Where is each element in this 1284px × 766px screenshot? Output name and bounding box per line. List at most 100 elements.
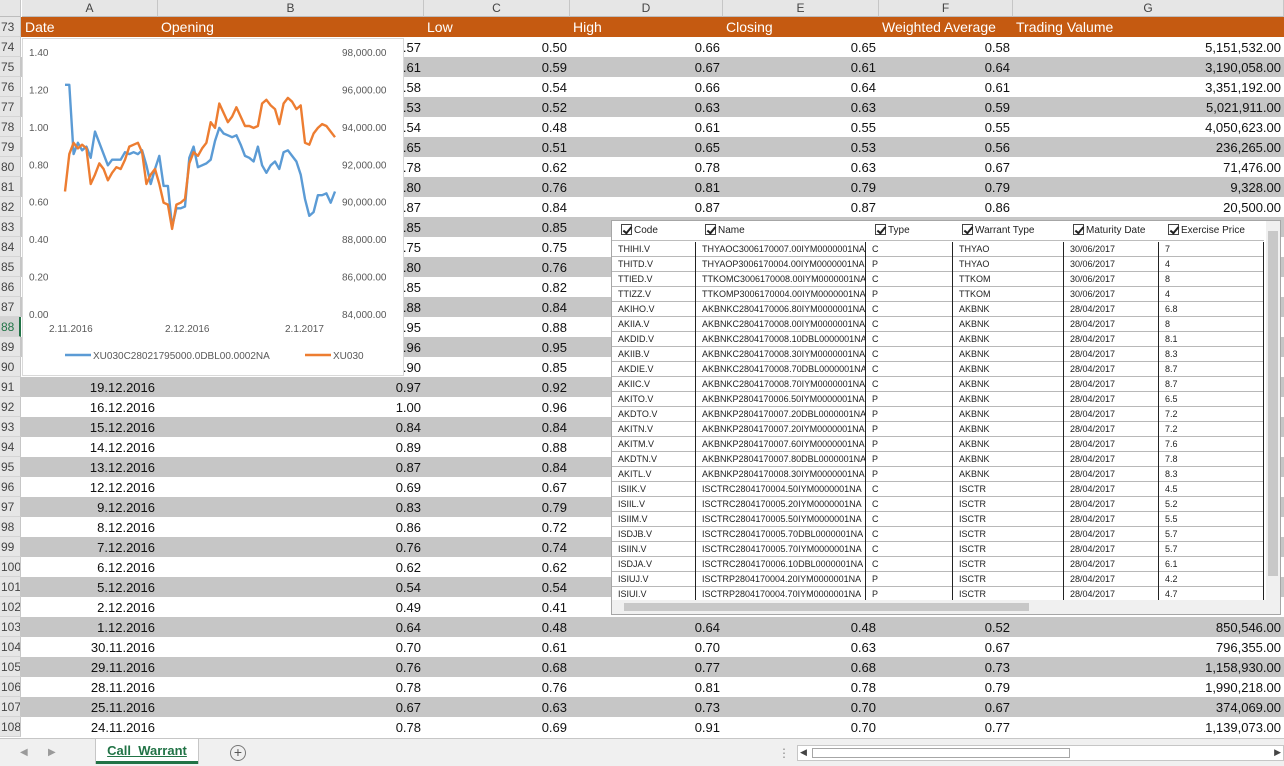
cell-a[interactable]: 9.12.2016: [22, 497, 158, 517]
table-row[interactable]: ISIUJ.V ISCTRP2804170004.20IYM0000001NA P I…: [612, 572, 1264, 587]
table-header-name[interactable]: Name: [696, 221, 866, 241]
header-cell[interactable]: Low: [424, 17, 570, 37]
cell-b[interactable]: 0.78: [158, 717, 424, 737]
cell-c[interactable]: 0.68: [424, 657, 570, 677]
cell-c[interactable]: 0.82: [424, 277, 570, 297]
cell-g[interactable]: 5,151,532.00: [1013, 37, 1284, 57]
cell-g[interactable]: 1,990,218.00: [1013, 677, 1284, 697]
table-row[interactable]: ISIIL.V ISCTRC2804170005.20IYM0000001NA C I…: [612, 497, 1264, 512]
cell-a[interactable]: 29.11.2016: [22, 657, 158, 677]
row-number[interactable]: 89: [0, 337, 21, 357]
column-header-c[interactable]: C: [424, 0, 570, 17]
cell-a[interactable]: 25.11.2016: [22, 697, 158, 717]
cell-a[interactable]: 30.11.2016: [22, 637, 158, 657]
row-number[interactable]: 87: [0, 297, 21, 317]
cell-f[interactable]: 0.67: [879, 157, 1013, 177]
column-header-g[interactable]: G: [1013, 0, 1284, 17]
cell-c[interactable]: 0.96: [424, 397, 570, 417]
cell-f[interactable]: 0.67: [879, 637, 1013, 657]
row-number[interactable]: 85: [0, 257, 21, 277]
cell-b[interactable]: 0.49: [158, 597, 424, 617]
cell-e[interactable]: 0.55: [723, 117, 879, 137]
row-number[interactable]: 91: [0, 377, 21, 397]
cell-c[interactable]: 0.76: [424, 177, 570, 197]
cell-c[interactable]: 0.76: [424, 257, 570, 277]
cell-c[interactable]: 0.48: [424, 117, 570, 137]
sheet-tab-call-warrant[interactable]: Call_Warrant: [96, 739, 198, 764]
cell-c[interactable]: 0.61: [424, 637, 570, 657]
next-sheet-icon[interactable]: ▶: [48, 747, 56, 758]
cell-e[interactable]: 0.61: [723, 57, 879, 77]
table-row[interactable]: THIHI.V THYAOC3006170007.00IYM0000001NA C T…: [612, 242, 1264, 257]
table-row[interactable]: AKDTO.V AKBNKP2804170007.20DBL0000001NA P A…: [612, 407, 1264, 422]
prev-sheet-icon[interactable]: ◀: [20, 747, 28, 758]
cell-d[interactable]: 0.87: [570, 197, 723, 217]
cell-a[interactable]: 2.12.2016: [22, 597, 158, 617]
row-number[interactable]: 79: [0, 137, 21, 157]
cell-f[interactable]: 0.79: [879, 177, 1013, 197]
cell-g[interactable]: 3,190,058.00: [1013, 57, 1284, 77]
cell-c[interactable]: 0.62: [424, 557, 570, 577]
cell-c[interactable]: 0.85: [424, 357, 570, 377]
row-number[interactable]: 100: [0, 557, 21, 577]
row-number[interactable]: 94: [0, 437, 21, 457]
scroll-left-icon[interactable]: ◀: [800, 747, 807, 758]
table-row[interactable]: ISIIN.V ISCTRC2804170005.70IYM0000001NA C I…: [612, 542, 1264, 557]
cell-f[interactable]: 0.56: [879, 137, 1013, 157]
cell-c[interactable]: 0.88: [424, 437, 570, 457]
row-number[interactable]: 77: [0, 97, 21, 117]
cell-d[interactable]: 0.81: [570, 177, 723, 197]
row-number[interactable]: 101: [0, 577, 21, 597]
header-cell[interactable]: Date: [22, 17, 158, 37]
cell-e[interactable]: 0.87: [723, 197, 879, 217]
table-row[interactable]: AKDID.V AKBNKC2804170008.10DBL0000001NA C A…: [612, 332, 1264, 347]
cell-f[interactable]: 0.61: [879, 77, 1013, 97]
table-header-maturity-date[interactable]: Maturity Date: [1064, 221, 1159, 241]
header-cell[interactable]: High: [570, 17, 723, 37]
cell-d[interactable]: 0.65: [570, 137, 723, 157]
cell-c[interactable]: 0.79: [424, 497, 570, 517]
cell-e[interactable]: 0.79: [723, 177, 879, 197]
cell-b[interactable]: 0.76: [158, 537, 424, 557]
cell-b[interactable]: 0.54: [158, 577, 424, 597]
cell-g[interactable]: 850,546.00: [1013, 617, 1284, 637]
header-cell[interactable]: Trading Valume: [1013, 17, 1284, 37]
cell-e[interactable]: 0.63: [723, 157, 879, 177]
cell-c[interactable]: 0.69: [424, 717, 570, 737]
cell-a[interactable]: 28.11.2016: [22, 677, 158, 697]
row-number[interactable]: 92: [0, 397, 21, 417]
cell-c[interactable]: 0.51: [424, 137, 570, 157]
column-checkbox[interactable]: [962, 224, 973, 235]
cell-c[interactable]: 0.84: [424, 417, 570, 437]
cell-b[interactable]: 0.69: [158, 477, 424, 497]
column-header-f[interactable]: F: [879, 0, 1013, 17]
cell-c[interactable]: 0.54: [424, 577, 570, 597]
cell-b[interactable]: 0.62: [158, 557, 424, 577]
cell-g[interactable]: 5,021,911.00: [1013, 97, 1284, 117]
cell-c[interactable]: 0.95: [424, 337, 570, 357]
row-number[interactable]: 83: [0, 217, 21, 237]
cell-d[interactable]: 0.70: [570, 637, 723, 657]
cell-e[interactable]: 0.53: [723, 137, 879, 157]
add-sheet-icon[interactable]: +: [230, 745, 246, 761]
table-row[interactable]: AKIIC.V AKBNKC2804170008.70IYM0000001NA C A…: [612, 377, 1264, 392]
row-number[interactable]: 103: [0, 617, 21, 637]
cell-c[interactable]: 0.52: [424, 97, 570, 117]
cell-a[interactable]: 14.12.2016: [22, 437, 158, 457]
cell-a[interactable]: 12.12.2016: [22, 477, 158, 497]
cell-e[interactable]: 0.48: [723, 617, 879, 637]
cell-a[interactable]: 13.12.2016: [22, 457, 158, 477]
column-header-a[interactable]: A: [22, 0, 158, 17]
cell-a[interactable]: 16.12.2016: [22, 397, 158, 417]
row-number[interactable]: 97: [0, 497, 21, 517]
cell-d[interactable]: 0.78: [570, 157, 723, 177]
table-row[interactable]: ISDJA.V ISCTRC2804170006.10DBL0000001NA C I…: [612, 557, 1264, 572]
column-checkbox[interactable]: [875, 224, 886, 235]
cell-d[interactable]: 0.64: [570, 617, 723, 637]
cell-c[interactable]: 0.62: [424, 157, 570, 177]
column-header-b[interactable]: B: [158, 0, 424, 17]
cell-a[interactable]: 5.12.2016: [22, 577, 158, 597]
row-number[interactable]: 78: [0, 117, 21, 137]
scrollbar-thumb[interactable]: [624, 603, 1029, 611]
cell-c[interactable]: 0.84: [424, 197, 570, 217]
